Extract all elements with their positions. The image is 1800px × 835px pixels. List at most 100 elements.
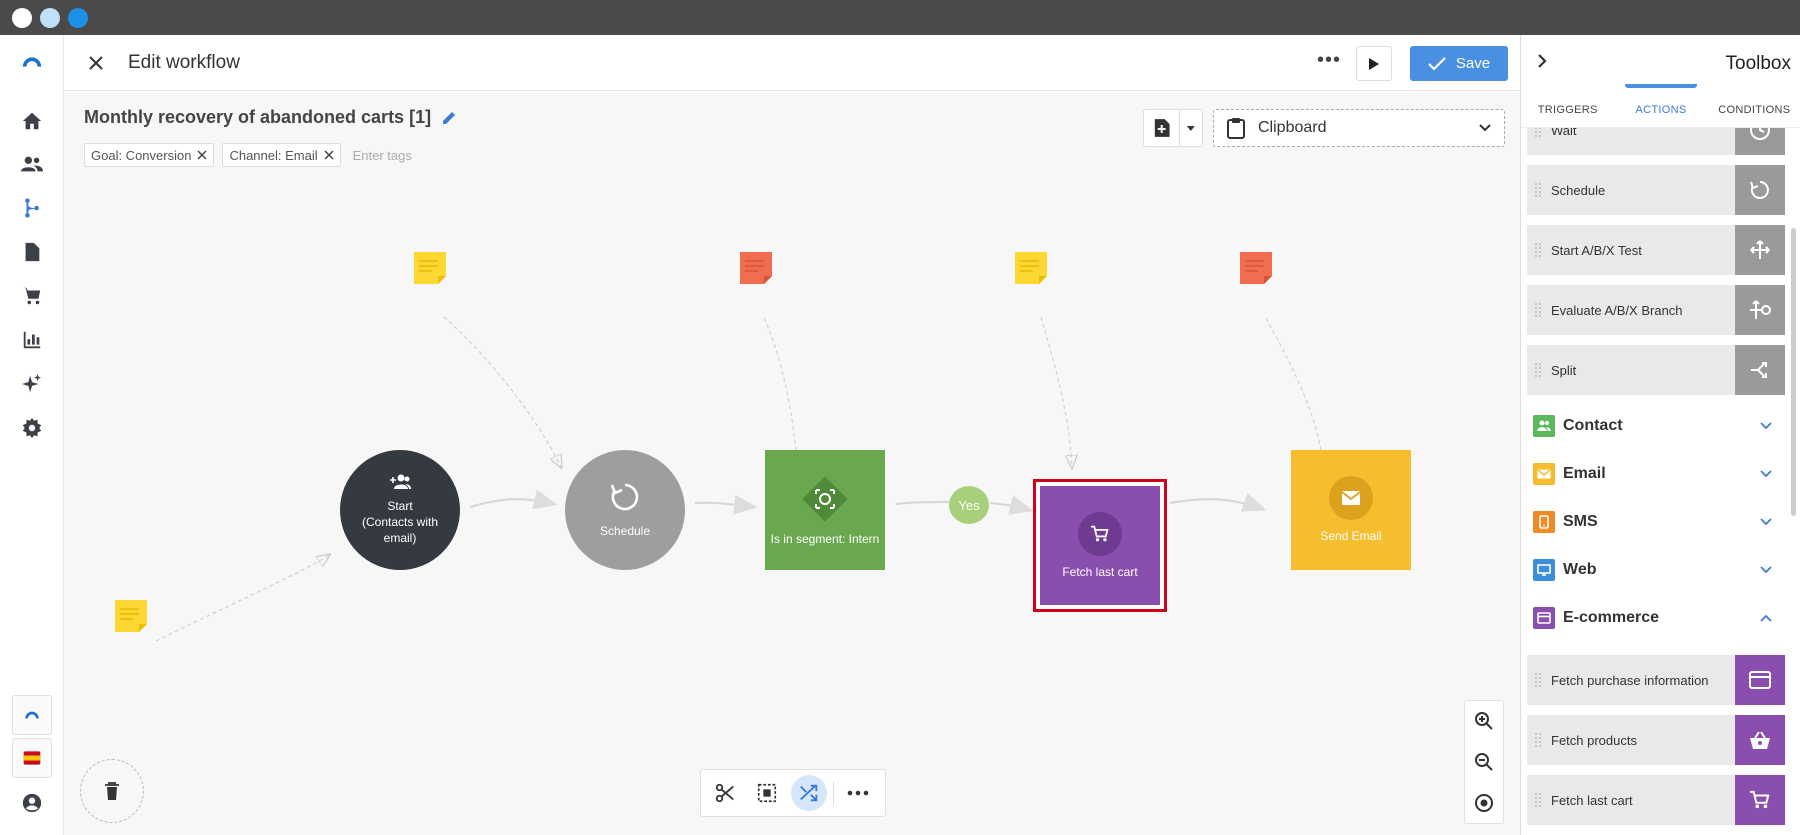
fetch-node-label: Fetch last cart bbox=[1062, 564, 1138, 579]
edge-segment-yes bbox=[895, 501, 950, 505]
home-icon[interactable] bbox=[17, 106, 47, 136]
workflow-canvas[interactable]: Monthly recovery of abandoned carts [1] … bbox=[64, 92, 1520, 835]
start-node[interactable]: Start (Contacts with email) bbox=[340, 450, 460, 570]
action-start-abx-test[interactable]: Start A/B/X Test bbox=[1527, 225, 1785, 275]
drag-handle-icon[interactable] bbox=[1531, 303, 1545, 317]
category-email[interactable]: Email bbox=[1533, 461, 1773, 487]
cut-scissors-icon[interactable] bbox=[707, 775, 743, 811]
edge-yes-fetch bbox=[989, 495, 1034, 515]
fetch-last-cart-node-selected[interactable]: Fetch last cart bbox=[1033, 479, 1167, 612]
action-label: Fetch last cart bbox=[1551, 792, 1633, 808]
more-horizontal-icon[interactable] bbox=[840, 775, 876, 811]
close-icon[interactable] bbox=[84, 51, 108, 75]
account-logo-icon[interactable] bbox=[12, 695, 52, 735]
window-titlebar bbox=[0, 0, 1800, 35]
action-label: Split bbox=[1551, 362, 1577, 378]
settings-gear-icon[interactable] bbox=[17, 413, 47, 443]
fetch-last-cart-node[interactable]: Fetch last cart bbox=[1040, 486, 1160, 605]
sticky-note-red[interactable] bbox=[1240, 252, 1272, 284]
sticky-note-yellow[interactable] bbox=[1015, 252, 1047, 284]
sticky-note-icon bbox=[1240, 252, 1272, 284]
save-button[interactable]: Save bbox=[1410, 46, 1508, 81]
toolbar-divider bbox=[833, 781, 834, 805]
action-wait[interactable]: Wait bbox=[1527, 128, 1785, 155]
documents-icon[interactable] bbox=[17, 237, 47, 267]
action-evaluate-abx-branch[interactable]: Evaluate A/B/X Branch bbox=[1527, 285, 1785, 335]
language-flag-icon[interactable] bbox=[12, 738, 52, 778]
split-icon bbox=[1735, 345, 1785, 395]
chevron-down-icon bbox=[1760, 518, 1772, 526]
start-node-label: email) bbox=[383, 531, 417, 545]
tab-conditions[interactable]: CONDITIONS bbox=[1708, 92, 1800, 127]
run-button[interactable] bbox=[1356, 46, 1392, 81]
phone-icon bbox=[1533, 511, 1555, 533]
add-contacts-icon bbox=[390, 474, 411, 489]
edge-start-schedule bbox=[469, 489, 558, 510]
drag-handle-icon[interactable] bbox=[1531, 243, 1545, 257]
sticky-note-yellow[interactable] bbox=[115, 600, 147, 632]
brand-logo-icon[interactable] bbox=[17, 47, 47, 77]
drag-handle-icon[interactable] bbox=[1531, 673, 1545, 687]
split-arrows-icon bbox=[1735, 225, 1785, 275]
action-fetch-products[interactable]: Fetch products bbox=[1527, 715, 1785, 765]
action-fetch-purchase-information[interactable]: Fetch purchase information bbox=[1527, 655, 1785, 705]
zoom-in-icon[interactable] bbox=[1465, 701, 1503, 742]
toolbox-scrollbar[interactable] bbox=[1791, 228, 1796, 516]
segment-condition-node[interactable]: Is in segment: Intern bbox=[765, 450, 885, 570]
clock-icon bbox=[1735, 128, 1785, 155]
tab-actions[interactable]: ACTIONS bbox=[1614, 84, 1707, 127]
chevron-down-icon bbox=[1760, 566, 1772, 574]
cart-icon bbox=[1735, 775, 1785, 825]
email-node-label: Send Email bbox=[1320, 529, 1382, 543]
ai-sparkle-icon[interactable] bbox=[17, 369, 47, 399]
canvas-toolbar bbox=[700, 769, 886, 817]
workflows-icon[interactable] bbox=[17, 193, 47, 223]
window-minimize-dot[interactable] bbox=[40, 8, 60, 28]
schedule-cycle-icon bbox=[1735, 165, 1785, 215]
analytics-icon[interactable] bbox=[17, 325, 47, 355]
drag-handle-icon[interactable] bbox=[1531, 733, 1545, 747]
credit-card-icon bbox=[1533, 607, 1555, 629]
sticky-note-red[interactable] bbox=[740, 252, 772, 284]
action-schedule[interactable]: Schedule bbox=[1527, 165, 1785, 215]
action-split[interactable]: Split bbox=[1527, 345, 1785, 395]
collapse-toolbox-chevron-right-icon[interactable] bbox=[1535, 51, 1549, 76]
toolbox-action-list[interactable]: Wait Schedule Start A/B/X Test Evaluate … bbox=[1521, 128, 1800, 835]
category-sms[interactable]: SMS bbox=[1533, 509, 1773, 535]
window-close-dot[interactable] bbox=[12, 8, 32, 28]
drag-handle-icon[interactable] bbox=[1531, 128, 1545, 137]
start-node-label: (Contacts with bbox=[361, 515, 439, 529]
recenter-icon[interactable] bbox=[1465, 782, 1503, 823]
drag-handle-icon[interactable] bbox=[1531, 363, 1545, 377]
evaluate-branch-icon bbox=[1735, 285, 1785, 335]
cart-icon[interactable] bbox=[17, 281, 47, 311]
window-maximize-dot[interactable] bbox=[68, 8, 88, 28]
more-options-button[interactable]: ••• bbox=[1314, 50, 1344, 75]
select-area-icon[interactable] bbox=[749, 775, 785, 811]
edge-schedule-segment bbox=[694, 494, 758, 515]
yes-branch-label[interactable]: Yes bbox=[949, 486, 989, 524]
category-ecommerce[interactable]: E-commerce bbox=[1533, 605, 1773, 631]
envelope-icon bbox=[1329, 476, 1373, 520]
zoom-out-icon[interactable] bbox=[1465, 742, 1503, 783]
monitor-icon bbox=[1533, 559, 1555, 581]
segment-diamond-icon bbox=[802, 476, 848, 522]
sticky-note-yellow[interactable] bbox=[414, 252, 446, 284]
contacts-icon[interactable] bbox=[17, 149, 47, 179]
tab-triggers[interactable]: TRIGGERS bbox=[1521, 92, 1614, 127]
note-link-1 bbox=[155, 555, 329, 642]
delete-dropzone[interactable] bbox=[80, 759, 144, 823]
auto-layout-shuffle-icon[interactable] bbox=[791, 775, 827, 811]
action-fetch-last-cart[interactable]: Fetch last cart bbox=[1527, 775, 1785, 825]
category-web[interactable]: Web bbox=[1533, 557, 1773, 583]
category-contact[interactable]: Contact bbox=[1533, 413, 1773, 439]
schedule-node[interactable]: Schedule bbox=[565, 450, 685, 570]
drag-handle-icon[interactable] bbox=[1531, 183, 1545, 197]
chevron-down-icon bbox=[1760, 422, 1772, 430]
toolbox-title: Toolbox bbox=[1725, 53, 1792, 74]
drag-handle-icon[interactable] bbox=[1531, 793, 1545, 807]
edge-fetch-email bbox=[1169, 492, 1267, 512]
user-profile-icon[interactable] bbox=[17, 788, 47, 818]
note-link-2 bbox=[443, 316, 561, 467]
send-email-node[interactable]: Send Email bbox=[1291, 450, 1411, 570]
